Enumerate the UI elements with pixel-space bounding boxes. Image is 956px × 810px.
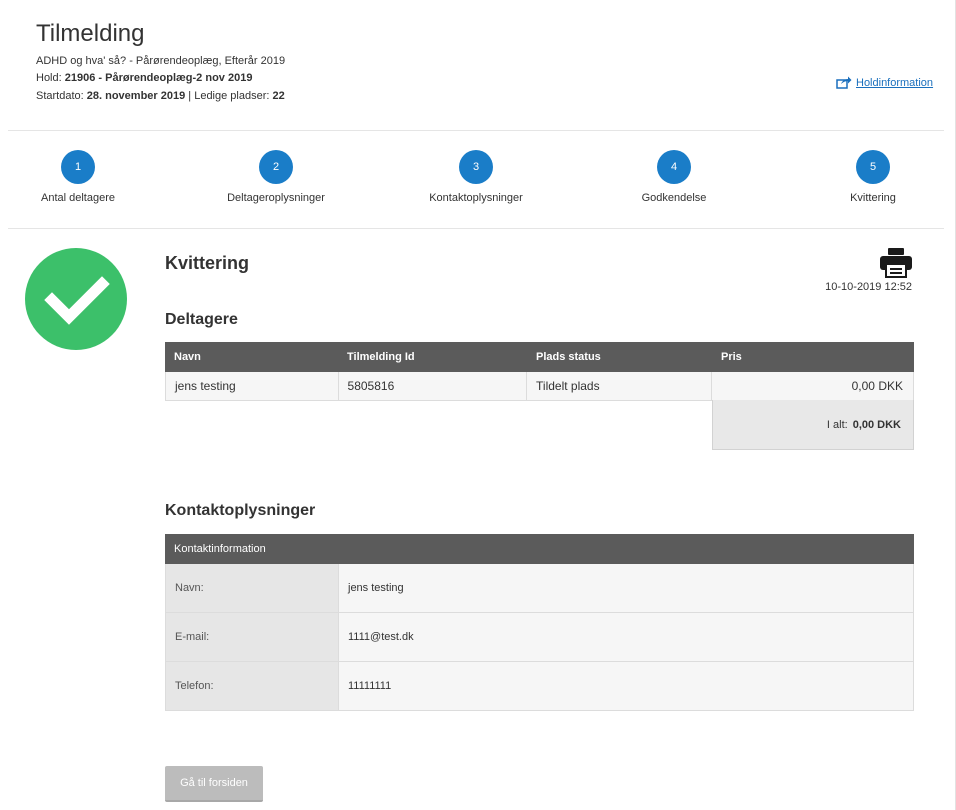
cell-status: Tildelt plads (527, 372, 712, 400)
table-row: Navn: jens testing (165, 564, 914, 613)
participants-title: Deltagere (165, 311, 238, 328)
contact-value: 1111@test.dk (339, 613, 913, 661)
step-5: 5 Kvittering (793, 150, 953, 204)
step-label: Godkendelse (641, 192, 707, 204)
cell-id: 5805816 (339, 372, 528, 400)
total-label: I alt: (826, 418, 848, 431)
step-number-badge: 1 (61, 150, 95, 184)
contact-key: Telefon: (166, 662, 339, 710)
steps-divider (8, 228, 944, 229)
go-to-frontpage-button[interactable]: Gå til forsiden (165, 766, 263, 802)
step-number-badge: 2 (259, 150, 293, 184)
seats-label: Ledige pladser: (194, 90, 270, 102)
cell-price: 0,00 DKK (851, 379, 903, 393)
total-box: I alt: 0,00 DKK (712, 400, 914, 450)
participants-table: Navn Tilmelding Id Plads status Pris jen… (165, 342, 914, 401)
holdinformation-link[interactable]: Holdinformation (836, 76, 933, 89)
step-number-badge: 4 (657, 150, 691, 184)
step-2: 2 Deltageroplysninger (196, 150, 356, 204)
contact-table: Kontaktinformation Navn: jens testing E-… (165, 534, 914, 711)
separator: | (185, 90, 195, 102)
step-number-badge: 3 (459, 150, 493, 184)
cell-name: jens testing (166, 372, 339, 400)
receipt-title: Kvittering (165, 253, 250, 273)
step-label: Kvittering (850, 192, 896, 204)
seats-value: 22 (272, 90, 285, 102)
share-arrow-icon (836, 76, 852, 89)
step-number-badge: 5 (856, 150, 890, 184)
contact-key: Navn: (166, 564, 339, 612)
hold-value: 21906 - Pårørendeoplæg-2 nov 2019 (64, 72, 253, 84)
table-header: Navn Tilmelding Id Plads status Pris (165, 342, 914, 372)
success-check-icon (25, 248, 127, 350)
step-1: 1 Antal deltagere (0, 150, 158, 204)
contact-title: Kontaktoplysninger (165, 502, 316, 519)
table-row: jens testing 5805816 Tildelt plads 0,00 … (165, 372, 914, 401)
startdate-label: Startdato: (36, 90, 84, 102)
contact-key: E-mail: (166, 613, 339, 661)
receipt-datetime: 10-10-2019 12:52 (825, 281, 912, 293)
course-name: ADHD og hva' så? - Pårørendeoplæg, Efter… (36, 55, 286, 67)
startdate-line: Startdato: 28. november 2019 | Ledige pl… (36, 90, 285, 102)
table-row: E-mail: 1111@test.dk (165, 613, 914, 662)
contact-value: 11111111 (339, 662, 913, 710)
header-divider (8, 130, 944, 131)
hold-label: Hold: (36, 72, 62, 84)
table-row: Telefon: 11111111 (165, 662, 914, 711)
contact-table-header: Kontaktinformation (165, 534, 914, 564)
total-value: 0,00 DKK (852, 418, 901, 431)
column-header-status: Plads status (536, 351, 601, 363)
page-title: Tilmelding (36, 20, 145, 47)
step-3: 3 Kontaktoplysninger (396, 150, 556, 204)
step-label: Deltageroplysninger (227, 192, 325, 204)
printer-icon[interactable] (880, 248, 914, 283)
startdate-value: 28. november 2019 (86, 90, 186, 102)
holdinformation-label: Holdinformation (856, 76, 934, 89)
hold-line: Hold: 21906 - Pårørendeoplæg-2 nov 2019 (36, 72, 252, 84)
receipt-page: Tilmelding ADHD og hva' så? - Pårørendeo… (0, 0, 956, 810)
column-header-price: Pris (721, 351, 742, 363)
column-header-name: Navn (174, 351, 201, 363)
step-4: 4 Godkendelse (594, 150, 754, 204)
column-header-id: Tilmelding Id (347, 351, 415, 363)
step-label: Antal deltagere (41, 192, 115, 204)
step-label: Kontaktoplysninger (429, 192, 523, 204)
contact-value: jens testing (339, 564, 913, 612)
